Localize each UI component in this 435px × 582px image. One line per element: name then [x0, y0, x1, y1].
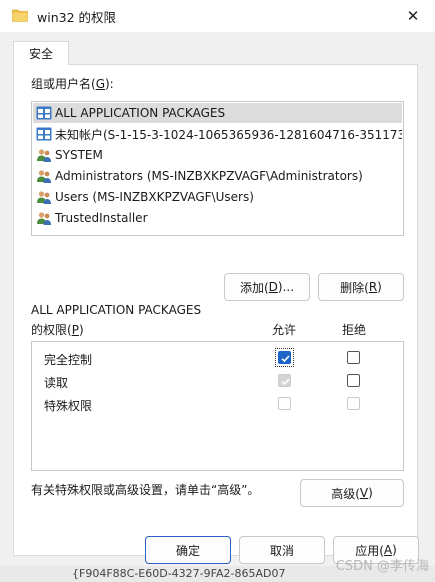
check-icon	[281, 378, 290, 386]
ok-button[interactable]: 确定	[145, 536, 231, 564]
groups-listbox[interactable]: ALL APPLICATION PACKAGES 未知帐户(S-1-15-3-1…	[31, 101, 404, 236]
advanced-hint: 有关特殊权限或高级设置，请单击“高级”。	[31, 483, 260, 497]
watermark: CSDN @李传海	[335, 559, 429, 574]
app-packages-icon	[36, 106, 52, 120]
title-bar: win32 的权限 ✕	[0, 0, 435, 32]
security-tab-panel: 组或用户名(G): ALL APPLICATION PACKAGES 未知帐户(…	[13, 64, 418, 556]
check-icon	[281, 355, 290, 363]
deny-special-checkbox	[347, 397, 360, 410]
folder-icon	[12, 9, 28, 22]
cancel-button[interactable]: 取消	[239, 536, 325, 564]
deny-full-control-checkbox[interactable]	[347, 351, 360, 364]
tab-security[interactable]: 安全	[13, 41, 69, 65]
permissions-list: 完全控制 读取 特殊权限	[31, 341, 404, 471]
list-item[interactable]: Users (MS-INZBXKPZVAGF\Users)	[33, 187, 402, 207]
permission-row-read: 读取	[32, 371, 403, 393]
dialog-client: 安全 组或用户名(G): ALL APPLICATION PACKAGES 未知…	[0, 32, 435, 582]
allow-read-checkbox	[278, 374, 291, 387]
close-button[interactable]: ✕	[391, 0, 435, 32]
deny-column-header: 拒绝	[342, 323, 367, 337]
background-tree-item: {F904F88C-E60D-4327-9FA2-865AD07	[72, 567, 286, 580]
permissions-label: 的权限(P)	[31, 323, 84, 337]
unknown-account-icon	[36, 127, 52, 141]
allow-special-checkbox	[278, 397, 291, 410]
list-item[interactable]: Administrators (MS-INZBXKPZVAGF\Administ…	[33, 166, 402, 186]
tab-security-label: 安全	[28, 47, 53, 61]
allow-column-header: 允许	[272, 323, 297, 337]
permission-row-full-control: 完全控制	[32, 348, 403, 370]
window-title: win32 的权限	[37, 10, 116, 25]
users-group-icon	[37, 149, 51, 162]
close-icon: ✕	[406, 7, 420, 25]
users-group-icon	[37, 170, 51, 183]
groups-label: 组或用户名(G):	[31, 77, 114, 91]
permission-row-special: 特殊权限	[32, 394, 403, 416]
add-button[interactable]: 添加(D)...	[224, 273, 310, 301]
permissions-for-name: ALL APPLICATION PACKAGES	[31, 303, 202, 317]
users-group-icon	[37, 191, 51, 204]
list-item[interactable]: ALL APPLICATION PACKAGES	[33, 103, 402, 123]
advanced-button[interactable]: 高级(V)	[300, 479, 404, 507]
deny-read-checkbox[interactable]	[347, 374, 360, 387]
allow-full-control-checkbox[interactable]	[278, 351, 291, 364]
remove-button[interactable]: 删除(R)	[318, 273, 404, 301]
list-item[interactable]: 未知帐户(S-1-15-3-1024-1065365936-1281604716…	[33, 124, 402, 144]
users-group-icon	[37, 212, 51, 225]
list-item[interactable]: SYSTEM	[33, 145, 402, 165]
list-item[interactable]: TrustedInstaller	[33, 208, 402, 228]
